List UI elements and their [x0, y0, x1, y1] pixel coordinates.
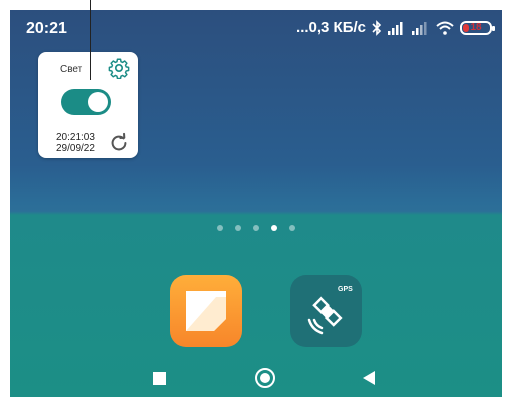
status-bar: 20:21 ...0,3 КБ/с 18: [10, 10, 502, 48]
gear-icon[interactable]: [108, 57, 130, 79]
widget-time: 20:21:03: [56, 132, 95, 143]
status-icons: ...0,3 КБ/с 18: [296, 19, 495, 36]
satellite-icon: GPS: [307, 286, 353, 335]
battery-level: 18: [470, 22, 482, 33]
battery-icon: 18: [460, 20, 495, 35]
notes-app-icon[interactable]: [170, 275, 242, 347]
page-dot[interactable]: [289, 225, 295, 231]
page-dot[interactable]: [253, 225, 259, 231]
annotation-pointer-line: [90, 0, 91, 80]
home-icon[interactable]: [255, 368, 275, 388]
page-dot-active[interactable]: [271, 225, 277, 231]
page-dot[interactable]: [217, 225, 223, 231]
network-speed: ...0,3 КБ/с: [296, 19, 366, 36]
page-dot[interactable]: [235, 225, 241, 231]
light-toggle[interactable]: [61, 89, 111, 115]
bluetooth-icon: [372, 19, 382, 36]
wifi-icon: [436, 21, 454, 35]
light-widget[interactable]: Свет 20:21:03 29/09/22: [38, 52, 138, 158]
back-icon[interactable]: [362, 371, 376, 385]
signal-icon: [412, 21, 427, 35]
refresh-icon[interactable]: [108, 132, 130, 154]
gps-badge: GPS: [338, 286, 353, 293]
recents-icon[interactable]: [153, 372, 166, 385]
phone-screen: 20:21 ...0,3 КБ/с 18 Свет 20:21:03 29/09…: [10, 10, 502, 397]
widget-title: Свет: [60, 64, 83, 75]
page-indicator[interactable]: [10, 225, 502, 231]
toggle-knob: [88, 92, 108, 112]
notes-glyph-icon: [186, 291, 226, 331]
widget-date: 29/09/22: [56, 143, 95, 154]
navigation-bar: [10, 366, 502, 397]
gps-app-icon[interactable]: GPS: [290, 275, 362, 347]
status-time: 20:21: [26, 20, 67, 37]
signal-icon: [388, 21, 403, 35]
widget-timestamp: 20:21:03 29/09/22: [56, 132, 95, 154]
